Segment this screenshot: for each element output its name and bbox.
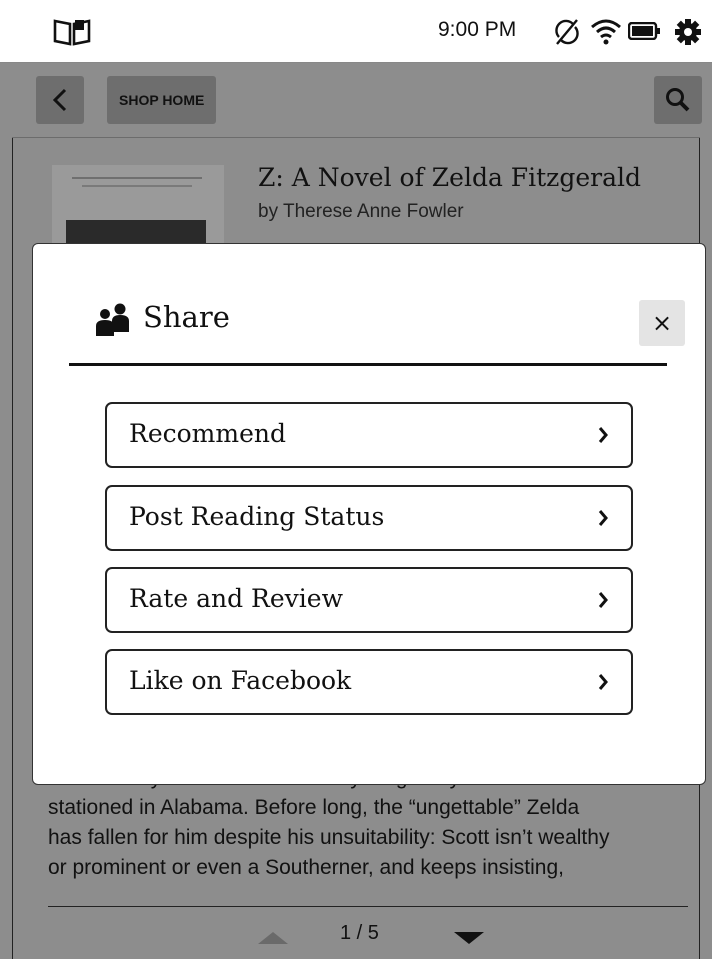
shop-home-button[interactable]: SHOP HOME bbox=[107, 76, 217, 124]
description-line: has fallen for him despite his unsuitabi… bbox=[48, 826, 610, 849]
option-post-reading-status[interactable]: Post Reading Status bbox=[105, 485, 633, 551]
option-recommend[interactable]: Recommend bbox=[105, 402, 633, 468]
clock-time: 9:00 PM bbox=[438, 18, 517, 41]
top-nav: SHOP HOME bbox=[12, 63, 702, 138]
battery-icon bbox=[627, 21, 660, 44]
book-icon[interactable] bbox=[52, 18, 92, 50]
option-label: Post Reading Status bbox=[129, 502, 385, 531]
dialog-title: Share bbox=[143, 300, 230, 334]
search-button[interactable] bbox=[654, 76, 702, 124]
cover-blurb bbox=[82, 185, 192, 187]
pager-divider bbox=[48, 906, 688, 907]
chevron-right-icon bbox=[598, 674, 608, 690]
option-label: Like on Facebook bbox=[129, 666, 352, 695]
option-rate-and-review[interactable]: Rate and Review bbox=[105, 567, 633, 633]
description-line: or prominent or even a Southerner, and k… bbox=[48, 856, 564, 879]
option-label: Rate and Review bbox=[129, 584, 343, 613]
book-author[interactable]: by Therese Anne Fowler bbox=[258, 201, 464, 223]
book-title: Z: A Novel of Zelda Fitzgerald bbox=[258, 163, 642, 192]
sync-off-icon bbox=[553, 18, 581, 50]
cover-blurb bbox=[72, 177, 202, 179]
close-icon: × bbox=[651, 309, 673, 337]
option-like-on-facebook[interactable]: Like on Facebook bbox=[105, 649, 633, 715]
chevron-right-icon bbox=[598, 592, 608, 608]
page-indicator: 1 / 5 bbox=[340, 922, 379, 944]
search-icon bbox=[666, 88, 690, 112]
option-label: Recommend bbox=[129, 419, 286, 448]
gear-icon[interactable] bbox=[674, 18, 702, 50]
book-description: seventeen years old and he is a young ar… bbox=[48, 766, 688, 883]
dialog-divider bbox=[69, 363, 667, 366]
pager: 1 / 5 bbox=[0, 918, 712, 958]
page-edge-left bbox=[0, 63, 13, 959]
close-button[interactable]: × bbox=[639, 300, 685, 346]
chevron-right-icon bbox=[598, 427, 608, 443]
chevron-right-icon bbox=[598, 510, 608, 526]
share-dialog: Share × Recommend Post Reading Status Ra… bbox=[32, 243, 706, 785]
wifi-icon bbox=[590, 17, 622, 49]
back-button[interactable] bbox=[36, 76, 84, 124]
people-icon bbox=[95, 302, 131, 340]
triangle-down-icon[interactable] bbox=[452, 930, 486, 949]
description-line: stationed in Alabama. Before long, the “… bbox=[48, 796, 580, 819]
status-bar: 9:00 PM bbox=[0, 0, 712, 63]
dialog-header: Share × bbox=[69, 284, 685, 364]
chevron-left-icon bbox=[52, 88, 67, 112]
triangle-up-icon[interactable] bbox=[256, 930, 290, 949]
